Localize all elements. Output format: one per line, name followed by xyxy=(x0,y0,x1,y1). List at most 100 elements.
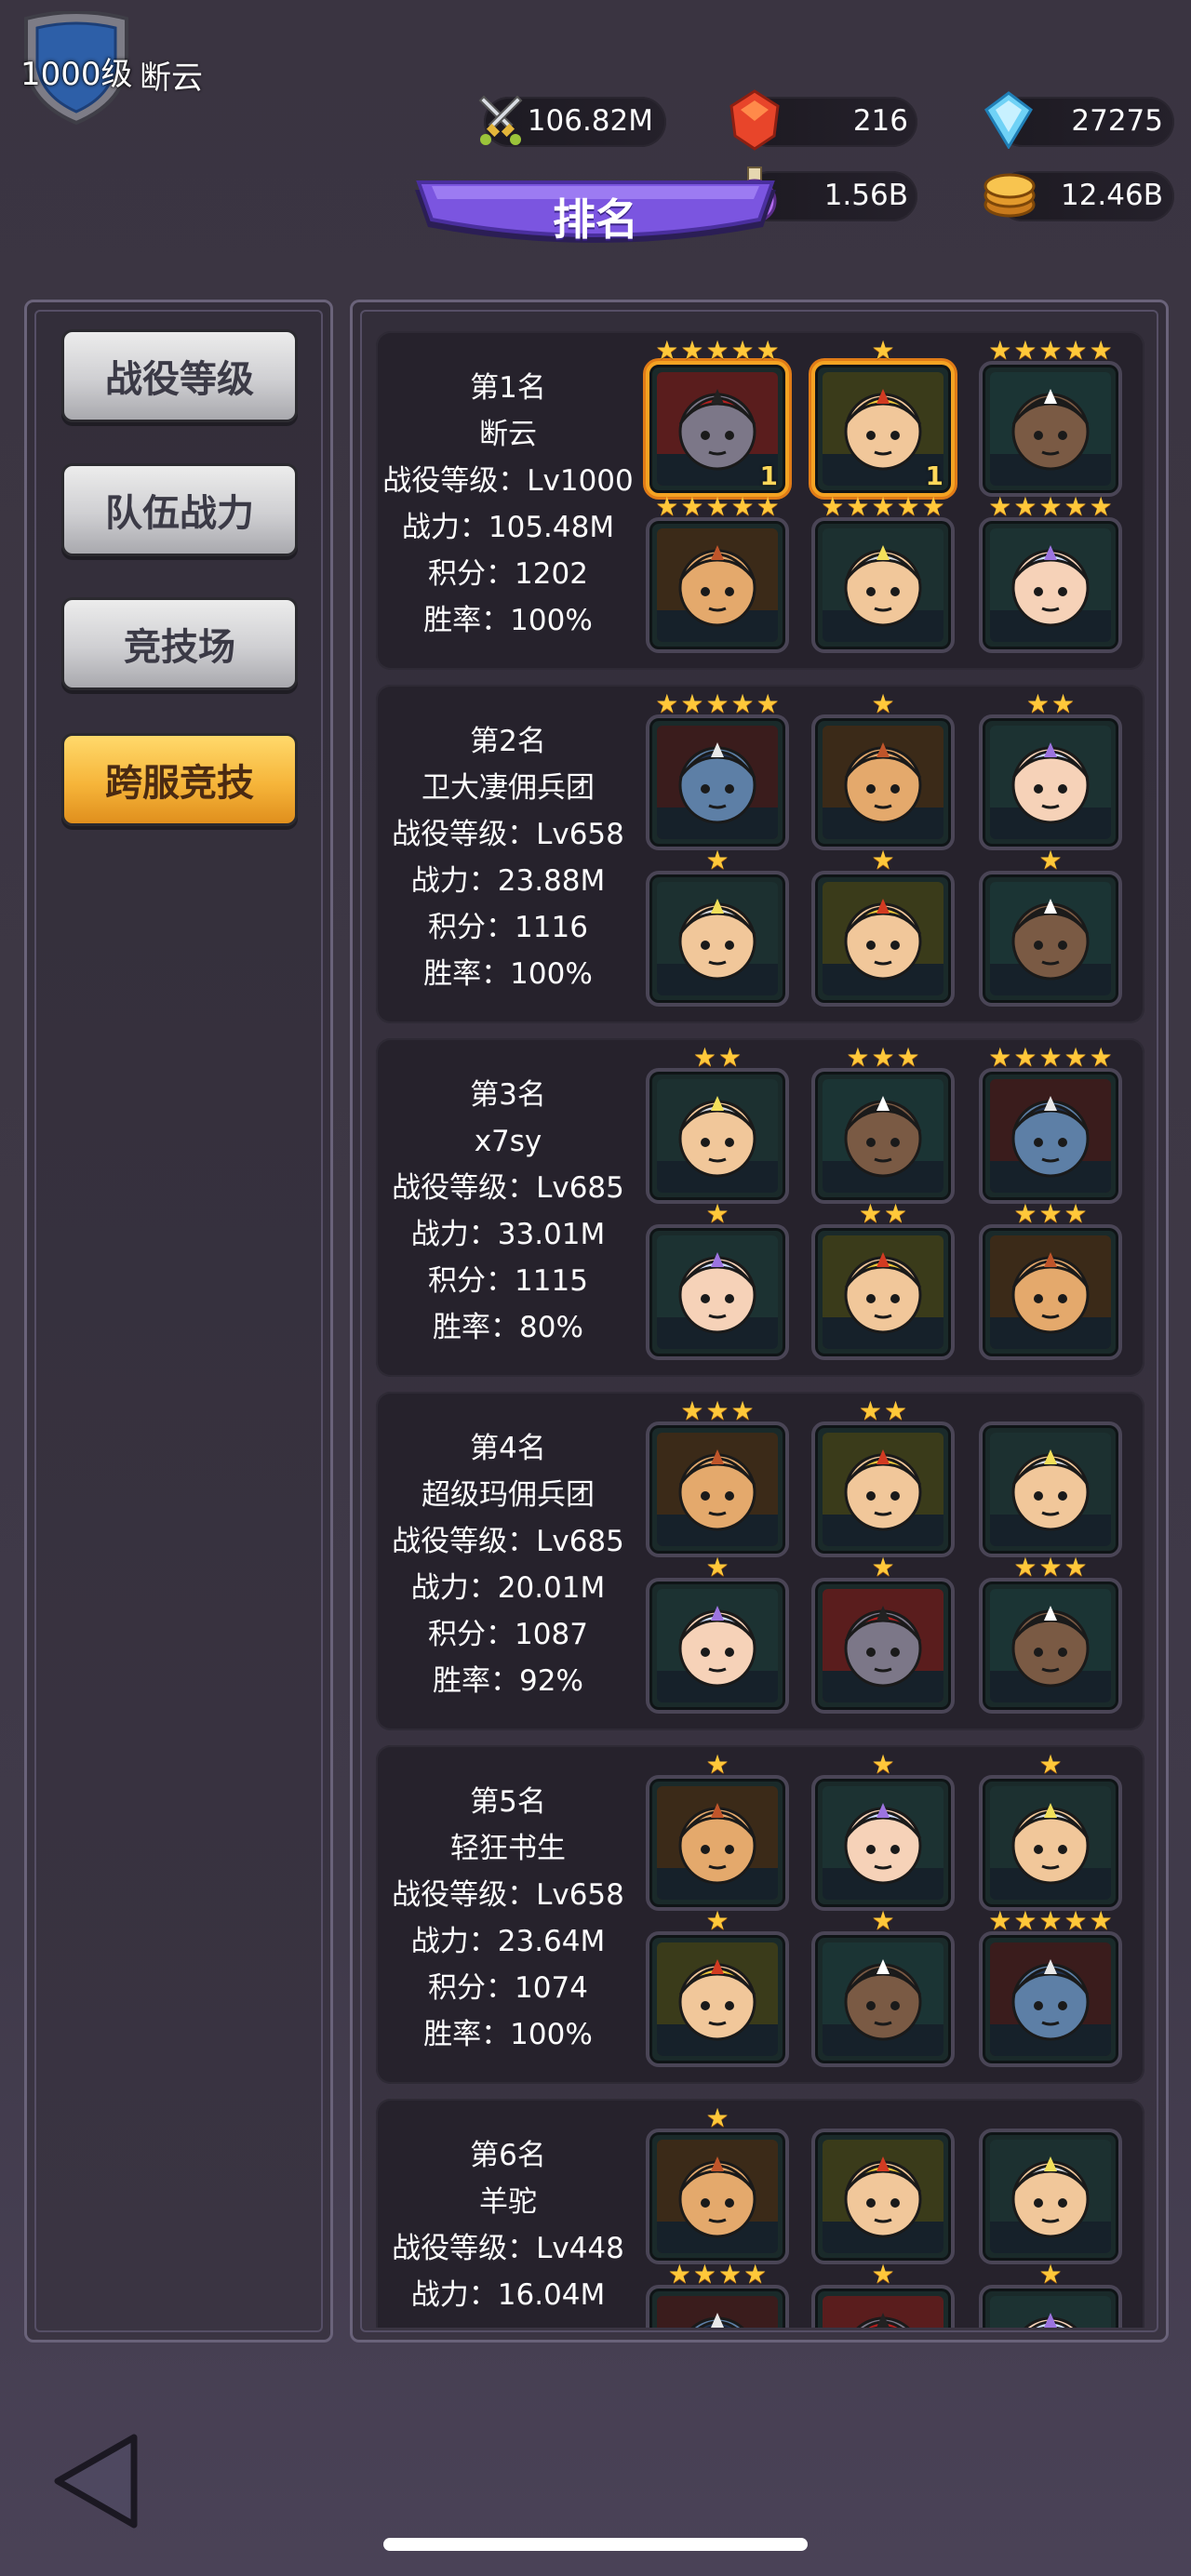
player-name-label: 断云 xyxy=(479,418,537,451)
hero-slot-horned-beast[interactable] xyxy=(646,2285,789,2328)
ranking-card[interactable]: 第3名 x7sy 战役等级：Lv685 战力：33.01M 积分：1115 胜率：80% … xyxy=(376,1038,1144,1377)
winrate-label: 胜率：100% xyxy=(423,957,593,991)
star-icon: ★ xyxy=(756,688,780,719)
star-icon: ★ xyxy=(1064,335,1088,366)
score-label: 积分：1087 xyxy=(428,1618,588,1651)
hero-slot-golden-helm-warrior[interactable] xyxy=(646,1931,789,2067)
hero-slot-golden-helm-warrior[interactable] xyxy=(811,2129,955,2264)
hero-star-rating: ★ ★ ★ xyxy=(979,1200,1122,1228)
hero-slot-bunny-girl[interactable] xyxy=(979,517,1122,653)
hero-slot-bald-monk[interactable] xyxy=(646,1775,789,1911)
hero-slot-crystal-knight[interactable] xyxy=(979,1421,1122,1557)
hero-slot-pirate-skeleton[interactable] xyxy=(979,361,1122,497)
hero-slot-pirate-skeleton[interactable] xyxy=(811,1068,955,1204)
hero-slot-pirate-skeleton[interactable] xyxy=(811,1931,955,2067)
player-name: 断云 xyxy=(140,60,203,97)
back-arrow-icon[interactable] xyxy=(50,2430,143,2532)
hero-slot-bunny-girl[interactable] xyxy=(811,1775,955,1911)
star-icon: ★ xyxy=(871,335,895,366)
hero-slot-red-masked-ninja[interactable] xyxy=(811,2285,955,2328)
player-name-label: x7sy xyxy=(474,1125,542,1158)
ranking-info: 第5名 轻狂书生 战役等级：Lv658 战力：23.64M 积分：1074 胜率：100% xyxy=(376,1779,640,2058)
star-icon: ★ xyxy=(1013,1198,1037,1229)
potion-value: 1.56B xyxy=(823,179,908,212)
player-name-label: 超级玛佣兵团 xyxy=(422,1478,595,1512)
star-icon: ★ xyxy=(655,491,679,522)
star-icon: ★ xyxy=(705,2102,729,2133)
hero-slot-horned-beast[interactable] xyxy=(646,714,789,850)
hero-slot-bunny-girl[interactable] xyxy=(646,1224,789,1360)
hero-star-rating: ★ xyxy=(811,337,955,365)
hero-slot-crystal-knight[interactable] xyxy=(979,2129,1122,2264)
star-icon: ★ xyxy=(858,1198,882,1229)
star-icon: ★ xyxy=(705,1395,729,1426)
star-icon: ★ xyxy=(1013,1042,1037,1073)
tab-arena[interactable]: 竞技场 xyxy=(61,597,298,690)
star-icon: ★ xyxy=(705,335,729,366)
ranking-card[interactable]: 第4名 超级玛佣兵团 战役等级：Lv685 战力：20.01M 积分：1087 胜率：92… xyxy=(376,1392,1144,1730)
star-icon: ★ xyxy=(692,2259,716,2289)
ranking-card[interactable]: 第1名 断云 战役等级：Lv1000 战力：105.48M 积分：1202 胜率：100%… xyxy=(376,331,1144,670)
star-icon: ★ xyxy=(1038,491,1063,522)
star-icon: ★ xyxy=(1064,1198,1088,1229)
rank-label: 第4名 xyxy=(470,1432,546,1465)
hero-slot-bald-monk[interactable] xyxy=(646,517,789,653)
campaign-level-label: 战役等级：Lv685 xyxy=(392,1171,624,1205)
hero-slot-bald-monk[interactable] xyxy=(811,714,955,850)
ranking-list[interactable]: 第1名 断云 战役等级：Lv1000 战力：105.48M 积分：1202 胜率：100%… xyxy=(376,327,1144,2328)
star-icon: ★ xyxy=(871,491,895,522)
hero-slot-crystal-knight[interactable] xyxy=(979,1775,1122,1911)
star-icon: ★ xyxy=(1064,1042,1088,1073)
hero-slot-pirate-skeleton[interactable] xyxy=(979,871,1122,1007)
hero-slot-golden-helm-warrior[interactable] xyxy=(811,871,955,1007)
hero-slot-horned-beast[interactable] xyxy=(979,1068,1122,1204)
ranking-card[interactable]: 第5名 轻狂书生 战役等级：Lv658 战力：23.64M 积分：1074 胜率：100%… xyxy=(376,1745,1144,2084)
star-icon: ★ xyxy=(1089,491,1113,522)
campaign-level-label: 战役等级：Lv448 xyxy=(392,2232,624,2265)
hero-slot-golden-helm-warrior[interactable]: 1 xyxy=(811,361,955,497)
hero-slot-golden-helm-warrior[interactable] xyxy=(811,1421,955,1557)
ranking-card[interactable]: 第6名 羊驼 战役等级：Lv448 战力：16.04M ★ ★ ★ ★ ★ ★ … xyxy=(376,2099,1144,2328)
hero-star-rating: ★ xyxy=(646,2104,789,2132)
hero-slot-horned-beast[interactable] xyxy=(979,1931,1122,2067)
hero-slot-bunny-girl[interactable] xyxy=(646,1578,789,1714)
hero-slot-crystal-knight[interactable] xyxy=(811,517,955,653)
power-label: 战力：20.01M xyxy=(410,1571,606,1605)
star-icon: ★ xyxy=(1013,335,1037,366)
ranking-card[interactable]: 第2名 卫大凄佣兵团 战役等级：Lv658 战力：23.88M 积分：1116 胜率：10… xyxy=(376,685,1144,1023)
tab-team-power[interactable]: 队伍战力 xyxy=(61,463,298,556)
hero-slot-red-masked-ninja[interactable] xyxy=(811,1578,955,1714)
hero-star-rating: ★ ★ ★ ★ ★ xyxy=(979,337,1122,365)
hero-slot-pirate-skeleton[interactable] xyxy=(979,1578,1122,1714)
hero-star-rating: ★ xyxy=(979,847,1122,874)
power-label: 战力：16.04M xyxy=(410,2278,606,2312)
gold-value: 12.46B xyxy=(1060,179,1163,212)
hero-star-rating: ★ ★ xyxy=(811,1200,955,1228)
hero-star-rating: ★ xyxy=(811,1751,955,1779)
score-label: 积分：1074 xyxy=(428,1971,588,2005)
home-indicator[interactable] xyxy=(383,2538,808,2551)
hero-slot-bald-monk[interactable] xyxy=(646,1421,789,1557)
diamond-value: 27275 xyxy=(1071,104,1163,138)
hero-slot-golden-helm-warrior[interactable] xyxy=(811,1224,955,1360)
tab-campaign-level[interactable]: 战役等级 xyxy=(61,329,298,422)
red-gem-icon xyxy=(728,89,782,151)
power-label: 战力：105.48M xyxy=(401,511,615,544)
tab-cross-server-arena[interactable]: 跨服竞技 xyxy=(61,733,298,826)
hero-slot-crystal-knight[interactable] xyxy=(646,871,789,1007)
hero-slot-red-masked-ninja[interactable]: 1 xyxy=(646,361,789,497)
campaign-level-label: 战役等级：Lv1000 xyxy=(382,464,634,498)
hero-star-rating: ★ xyxy=(811,847,955,874)
score-label: 积分：1115 xyxy=(428,1264,588,1298)
score-label: 积分：1202 xyxy=(428,557,588,591)
star-icon: ★ xyxy=(705,845,729,875)
hero-star-rating: ★ ★ ★ xyxy=(646,1397,789,1425)
hero-slot-bunny-girl[interactable] xyxy=(979,2285,1122,2328)
hero-slot-bald-monk[interactable] xyxy=(646,2129,789,2264)
hero-star-rating: ★ ★ ★ ★ ★ xyxy=(811,493,955,521)
hero-slot-crystal-knight[interactable] xyxy=(646,1068,789,1204)
star-icon: ★ xyxy=(680,1395,704,1426)
hero-slot-bald-monk[interactable] xyxy=(979,1224,1122,1360)
star-icon: ★ xyxy=(1051,688,1076,719)
hero-slot-bunny-girl[interactable] xyxy=(979,714,1122,850)
